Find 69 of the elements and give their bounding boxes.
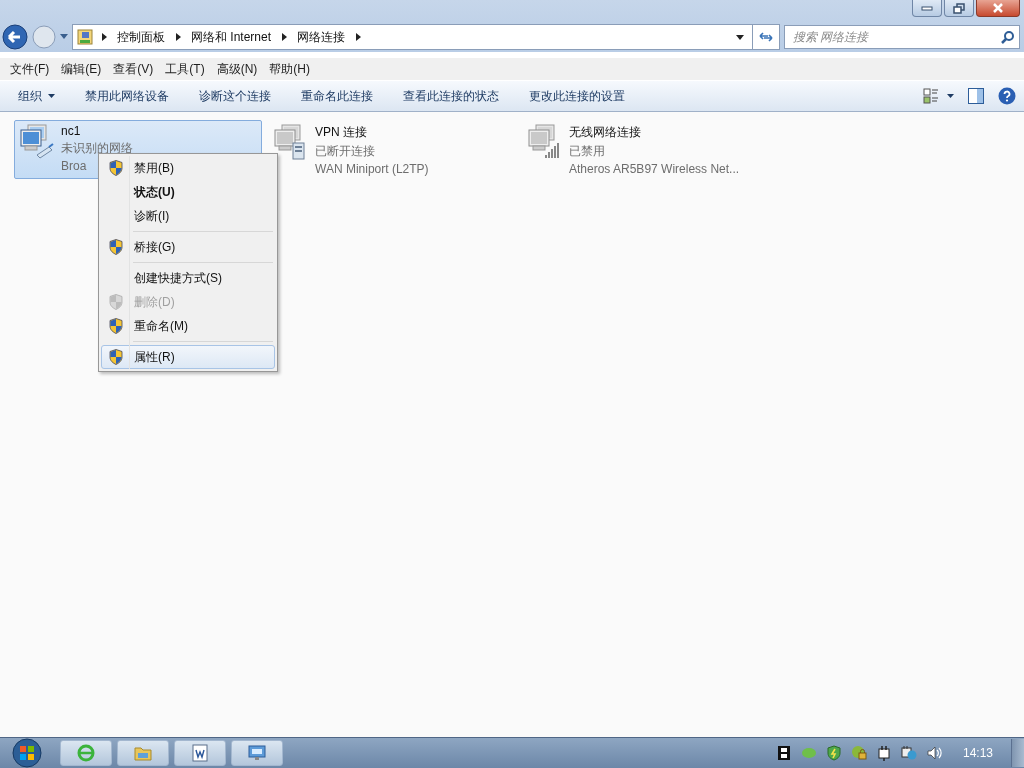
context-menu-item[interactable]: 重命名(M) bbox=[101, 314, 275, 338]
breadcrumb-arrow-icon[interactable] bbox=[281, 33, 288, 41]
connection-name: VPN 连接 bbox=[315, 124, 368, 141]
document-icon bbox=[191, 744, 209, 762]
history-dropdown-icon[interactable] bbox=[60, 34, 68, 40]
minimize-icon bbox=[921, 5, 933, 11]
breadcrumb-item[interactable]: 控制面板 bbox=[115, 28, 167, 46]
menu-item[interactable]: 高级(N) bbox=[210, 57, 264, 81]
breadcrumb-arrow-icon[interactable] bbox=[101, 33, 107, 41]
connection-status: 已断开连接 bbox=[315, 143, 376, 160]
restore-icon bbox=[953, 2, 965, 14]
close-icon bbox=[992, 3, 1004, 13]
toolbar-button[interactable]: 重命名此连接 bbox=[293, 83, 381, 109]
minimize-button[interactable] bbox=[912, 0, 942, 17]
adapter-name: WAN Miniport (L2TP) bbox=[315, 162, 429, 176]
toolbar-button[interactable]: 查看此连接的状态 bbox=[395, 83, 507, 109]
organize-button[interactable]: 组织 bbox=[10, 83, 63, 109]
preview-pane-icon[interactable] bbox=[968, 88, 984, 104]
view-options-icon[interactable] bbox=[923, 88, 939, 104]
breadcrumb-item[interactable]: 网络连接 bbox=[295, 28, 348, 46]
windows-logo-icon bbox=[12, 738, 42, 768]
search-icon[interactable] bbox=[1001, 30, 1015, 44]
back-button[interactable] bbox=[2, 24, 28, 50]
shield-icon[interactable] bbox=[825, 745, 842, 761]
context-menu-item[interactable]: 属性(R) bbox=[101, 345, 275, 369]
breadcrumb-arrow-icon[interactable] bbox=[175, 33, 181, 41]
connection-status: 已禁用 bbox=[569, 143, 606, 160]
breadcrumb-arrow-icon[interactable] bbox=[355, 33, 362, 41]
adapter-name: Broa bbox=[61, 159, 88, 173]
connection-item[interactable]: 无线网络连接 已禁用 Atheros AR5B97 Wireless Net... bbox=[522, 120, 770, 179]
restore-button[interactable] bbox=[944, 0, 974, 17]
speaker-icon[interactable] bbox=[925, 745, 942, 761]
menu-item[interactable]: 查看(V) bbox=[107, 57, 160, 81]
context-menu-item[interactable]: 桥接(G) bbox=[101, 235, 275, 259]
close-button[interactable] bbox=[976, 0, 1020, 17]
wired-network-icon bbox=[19, 123, 55, 161]
toolbar-button[interactable]: 更改此连接的设置 bbox=[521, 83, 633, 109]
context-menu-item[interactable]: 创建快捷方式(S) bbox=[101, 266, 275, 290]
adapter-name: Atheros AR5B97 Wireless Net... bbox=[569, 162, 740, 176]
film-icon[interactable] bbox=[775, 745, 792, 761]
connection-name: 无线网络连接 bbox=[569, 124, 642, 141]
address-field[interactable]: 控制面板 网络和 Internet 网络连接 bbox=[72, 24, 780, 50]
caret-icon[interactable] bbox=[947, 94, 954, 98]
toolbar-button[interactable]: 禁用此网络设备 bbox=[77, 83, 177, 109]
browser-icon bbox=[77, 744, 95, 762]
power-plug-icon[interactable] bbox=[875, 745, 892, 761]
control-panel-icon bbox=[77, 29, 93, 45]
help-icon[interactable] bbox=[998, 87, 1016, 105]
toolbar-button[interactable]: 诊断这个连接 bbox=[191, 83, 279, 109]
search-field[interactable]: 搜索 网络连接 bbox=[784, 25, 1020, 49]
taskbar-button[interactable] bbox=[231, 740, 283, 766]
network-icon[interactable] bbox=[900, 745, 917, 761]
context-menu-item[interactable]: 诊断(I) bbox=[101, 204, 275, 228]
taskbar-button[interactable] bbox=[174, 740, 226, 766]
folder-icon bbox=[134, 744, 152, 762]
breadcrumb-item[interactable]: 网络和 Internet bbox=[189, 28, 274, 46]
caret-icon bbox=[48, 94, 55, 98]
context-menu-item[interactable]: 状态(U) bbox=[101, 180, 275, 204]
refresh-icon[interactable] bbox=[758, 30, 774, 44]
show-desktop-button[interactable] bbox=[1011, 739, 1024, 767]
connection-name: nc1 bbox=[61, 124, 82, 138]
menu-item[interactable]: 编辑(E) bbox=[55, 57, 108, 81]
dropdown-arrow-icon[interactable] bbox=[736, 34, 744, 40]
forward-circle-icon bbox=[32, 25, 56, 49]
monitor-icon bbox=[248, 744, 266, 762]
menu-item[interactable]: 帮助(H) bbox=[263, 57, 316, 81]
connection-status: 未识别的网络 bbox=[61, 140, 133, 157]
menu-item[interactable]: 工具(T) bbox=[159, 57, 211, 81]
menu-item[interactable]: 文件(F) bbox=[4, 57, 56, 81]
